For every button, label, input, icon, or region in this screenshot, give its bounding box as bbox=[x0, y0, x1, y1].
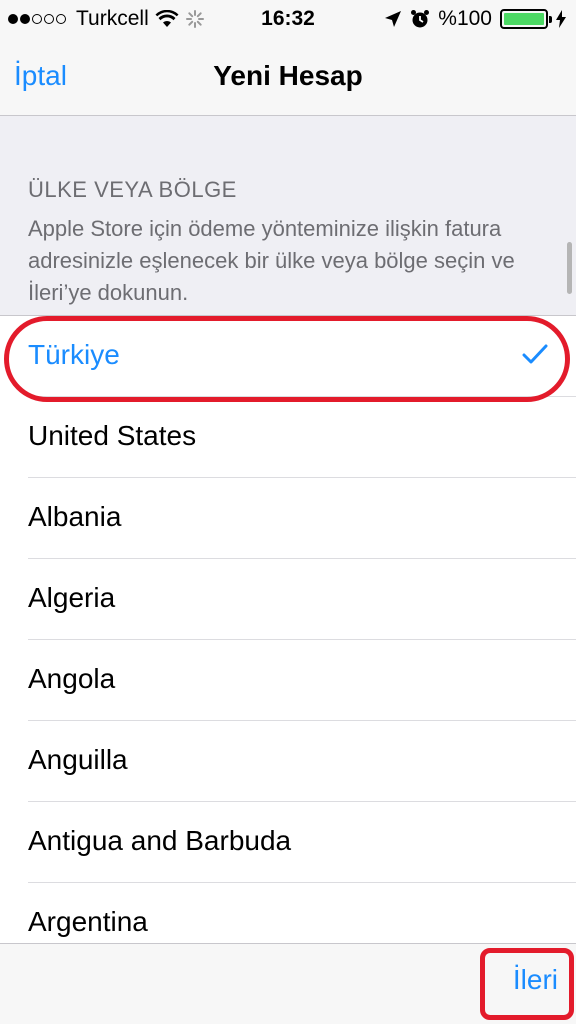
charging-bolt-icon bbox=[556, 10, 566, 28]
country-row-albania[interactable]: Albania bbox=[0, 478, 576, 559]
country-label: Antigua and Barbuda bbox=[28, 825, 292, 856]
country-list-scroll[interactable]: ÜLKE VEYA BÖLGE Apple Store için ödeme y… bbox=[0, 117, 576, 943]
country-row-antigua-and-barbuda[interactable]: Antigua and Barbuda bbox=[0, 802, 576, 883]
country-label: Angola bbox=[28, 663, 116, 694]
section-description: Apple Store için ödeme yönteminize ilişk… bbox=[28, 216, 515, 305]
status-bar: Turkcell 16:32 %100 bbox=[0, 0, 576, 40]
section-header: ÜLKE VEYA BÖLGE bbox=[28, 177, 237, 202]
navigation-bar: İptal Yeni Hesap bbox=[0, 40, 576, 116]
country-row-anguilla[interactable]: Anguilla bbox=[0, 721, 576, 802]
page-title: Yeni Hesap bbox=[213, 60, 363, 91]
battery-tip bbox=[549, 16, 552, 23]
next-button-highlight bbox=[480, 948, 574, 1020]
country-label: Argentina bbox=[28, 906, 148, 937]
country-row-angola[interactable]: Angola bbox=[0, 640, 576, 721]
country-label: Albania bbox=[28, 501, 122, 532]
status-right: %100 bbox=[384, 7, 566, 31]
country-label: Anguilla bbox=[28, 744, 128, 775]
country-label: United States bbox=[28, 420, 197, 451]
country-list: Türkiye United States Albania Algeria An… bbox=[0, 315, 576, 943]
alarm-clock-icon bbox=[411, 10, 430, 28]
country-row-united-states[interactable]: United States bbox=[0, 397, 576, 478]
country-row-argentina[interactable]: Argentina bbox=[0, 883, 576, 943]
battery-icon bbox=[500, 9, 552, 29]
battery-level-fill bbox=[504, 13, 544, 25]
location-arrow-icon bbox=[385, 11, 402, 27]
selected-row-highlight bbox=[4, 316, 570, 402]
battery-percentage: %100 bbox=[438, 7, 492, 30]
country-label: Algeria bbox=[28, 582, 116, 613]
country-row-algeria[interactable]: Algeria bbox=[0, 559, 576, 640]
scrollbar[interactable] bbox=[567, 242, 572, 294]
